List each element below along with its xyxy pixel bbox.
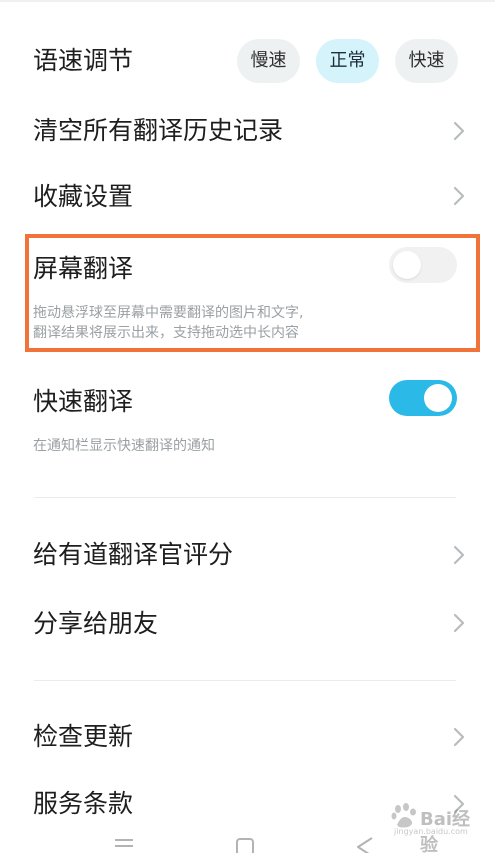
section-divider [34, 497, 456, 498]
chevron-right-icon [453, 613, 465, 633]
chevron-right-icon [453, 727, 465, 747]
terms-label: 服务条款 [33, 789, 134, 818]
home-icon[interactable] [235, 836, 255, 857]
back-icon[interactable] [355, 836, 375, 857]
baidu-jingyan-watermark: Bai经验 jingyan.baidu.com [382, 801, 477, 856]
quick-translate-desc: 在通知栏显示快速翻译的通知 [33, 438, 215, 454]
quick-translate-toggle[interactable] [389, 380, 457, 416]
paw-logo-icon [391, 803, 416, 828]
speed-slow-button[interactable]: 慢速 [237, 39, 300, 83]
speed-normal-button[interactable]: 正常 [316, 39, 379, 83]
share-row[interactable]: 分享给朋友 [0, 592, 495, 657]
chevron-right-icon [453, 121, 465, 141]
quick-translate-row: 快速翻译 在通知栏显示快速翻译的通知 [0, 360, 495, 465]
clear-history-row[interactable]: 清空所有翻译历史记录 [0, 100, 495, 165]
share-label: 分享给朋友 [33, 609, 159, 638]
check-update-label: 检查更新 [33, 722, 134, 751]
speech-speed-row: 语速调节 慢速 正常 快速 [0, 0, 495, 100]
menu-icon[interactable] [113, 836, 135, 855]
rate-app-label: 给有道翻译官评分 [33, 540, 234, 569]
rate-app-row[interactable]: 给有道翻译官评分 [0, 523, 495, 588]
check-update-row[interactable]: 检查更新 [0, 705, 495, 770]
watermark-subtext: jingyan.baidu.com [394, 827, 468, 836]
quick-translate-label: 快速翻译 [33, 387, 134, 416]
speech-speed-label: 语速调节 [33, 46, 134, 75]
favorites-settings-row[interactable]: 收藏设置 [0, 165, 495, 230]
chevron-right-icon [453, 186, 465, 206]
speed-fast-button[interactable]: 快速 [395, 39, 458, 83]
highlight-annotation-box [25, 234, 480, 352]
clear-history-label: 清空所有翻译历史记录 [33, 116, 284, 145]
chevron-right-icon [453, 545, 465, 565]
toggle-knob [424, 384, 452, 412]
section-divider [34, 680, 456, 681]
favorites-settings-label: 收藏设置 [33, 182, 134, 211]
